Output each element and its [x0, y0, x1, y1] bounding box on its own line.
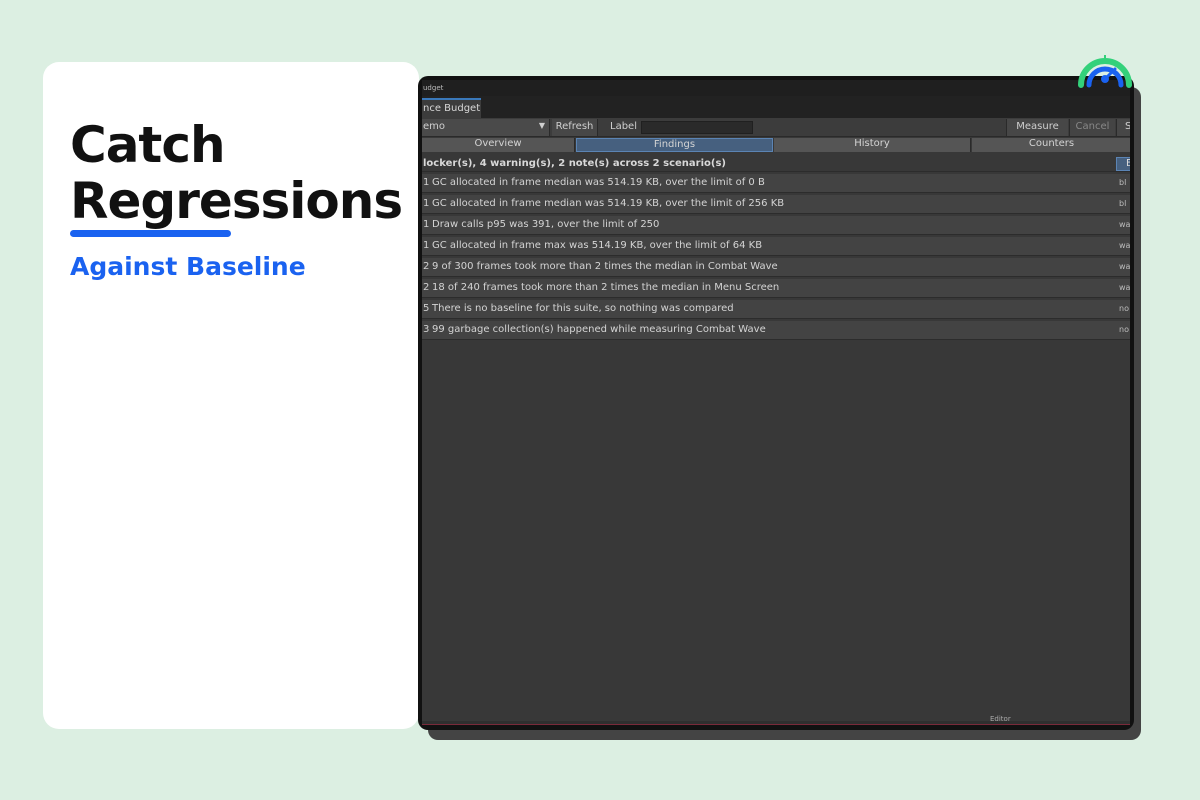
subheadline: Against Baseline [70, 252, 306, 281]
finding-row[interactable]: 1 GC allocated in frame max was 514.19 K… [422, 237, 1130, 256]
tab-history[interactable]: History [774, 138, 971, 152]
finding-severity: wa [1119, 262, 1130, 271]
finding-row[interactable]: 1 Draw calls p95 was 391, over the limit… [422, 216, 1130, 235]
tab-performance-budget[interactable]: nce Budget [422, 98, 481, 118]
finding-index: 5 [423, 303, 430, 314]
finding-message: GC allocated in frame median was 514.19 … [432, 177, 765, 188]
finding-message: 99 garbage collection(s) happened while … [432, 324, 766, 335]
measure-button[interactable]: Measure [1006, 119, 1068, 136]
finding-row[interactable]: 2 18 of 240 frames took more than 2 time… [422, 279, 1130, 298]
tab-findings[interactable]: Findings [576, 138, 773, 152]
finding-index: 3 [423, 324, 430, 335]
chevron-down-icon: ▼ [538, 121, 545, 130]
export-button[interactable]: E [1116, 157, 1130, 171]
finding-severity: wa [1119, 241, 1130, 250]
finding-message: 18 of 240 frames took more than 2 times … [432, 282, 780, 293]
findings-summary: locker(s), 4 warning(s), 2 note(s) acros… [423, 158, 726, 169]
finding-row[interactable]: 5 There is no baseline for this suite, s… [422, 300, 1130, 319]
finding-severity: bl [1119, 178, 1127, 187]
finding-row[interactable]: 2 9 of 300 frames took more than 2 times… [422, 258, 1130, 277]
finding-severity: wa [1119, 220, 1130, 229]
finding-message: Draw calls p95 was 391, over the limit o… [432, 219, 660, 230]
bottom-accent-line [422, 724, 1130, 725]
headline-line-1: Catch [70, 116, 226, 174]
findings-summary-row: locker(s), 4 warning(s), 2 note(s) acros… [422, 154, 1130, 172]
finding-index: 1 [423, 240, 430, 251]
tab-counters[interactable]: Counters [972, 138, 1130, 152]
headline-line-2: Regressions [70, 172, 403, 230]
refresh-button[interactable]: Refresh [552, 119, 598, 136]
finding-message: GC allocated in frame median was 514.19 … [432, 198, 785, 209]
finding-index: 1 [423, 177, 430, 188]
finding-index: 2 [423, 282, 430, 293]
finding-row[interactable]: 1 GC allocated in frame median was 514.1… [422, 195, 1130, 214]
finding-message: There is no baseline for this suite, so … [432, 303, 734, 314]
settings-button[interactable]: S [1116, 119, 1130, 136]
finding-severity: no [1119, 325, 1129, 334]
finding-index: 2 [423, 261, 430, 272]
editor-window: udget nce Budget emo ▼ Refresh Label Mea… [418, 76, 1134, 730]
finding-row[interactable]: 3 99 garbage collection(s) happened whil… [422, 321, 1130, 340]
scenario-dropdown-value: emo [423, 121, 446, 132]
gauge-icon [1075, 45, 1135, 90]
finding-row[interactable]: 1 GC allocated in frame median was 514.1… [422, 174, 1130, 193]
label-field-label: Label [610, 121, 637, 132]
finding-severity: bl [1119, 199, 1127, 208]
finding-severity: wa [1119, 283, 1130, 292]
window-content: udget nce Budget emo ▼ Refresh Label Mea… [422, 80, 1130, 725]
finding-severity: no [1119, 304, 1129, 313]
tab-overview[interactable]: Overview [422, 138, 575, 152]
toolbar: emo ▼ Refresh Label Measure Cancel S [422, 118, 1130, 137]
status-editor-label: Editor [990, 715, 1011, 723]
finding-index: 1 [423, 219, 430, 230]
view-tabs: Overview Findings History Counters [422, 138, 1130, 152]
finding-message: GC allocated in frame max was 514.19 KB,… [432, 240, 763, 251]
promo-card: Catch Regressions Against Baseline [43, 62, 419, 729]
window-titlebar: udget [422, 80, 1130, 96]
label-input[interactable] [641, 121, 753, 134]
findings-list: 1 GC allocated in frame median was 514.1… [422, 174, 1130, 342]
finding-message: 9 of 300 frames took more than 2 times t… [432, 261, 778, 272]
cancel-button[interactable]: Cancel [1069, 119, 1115, 136]
scenario-dropdown[interactable]: emo ▼ [422, 119, 550, 136]
tab-strip: nce Budget [422, 96, 1130, 118]
finding-index: 1 [423, 198, 430, 209]
headline-underline [70, 230, 231, 237]
